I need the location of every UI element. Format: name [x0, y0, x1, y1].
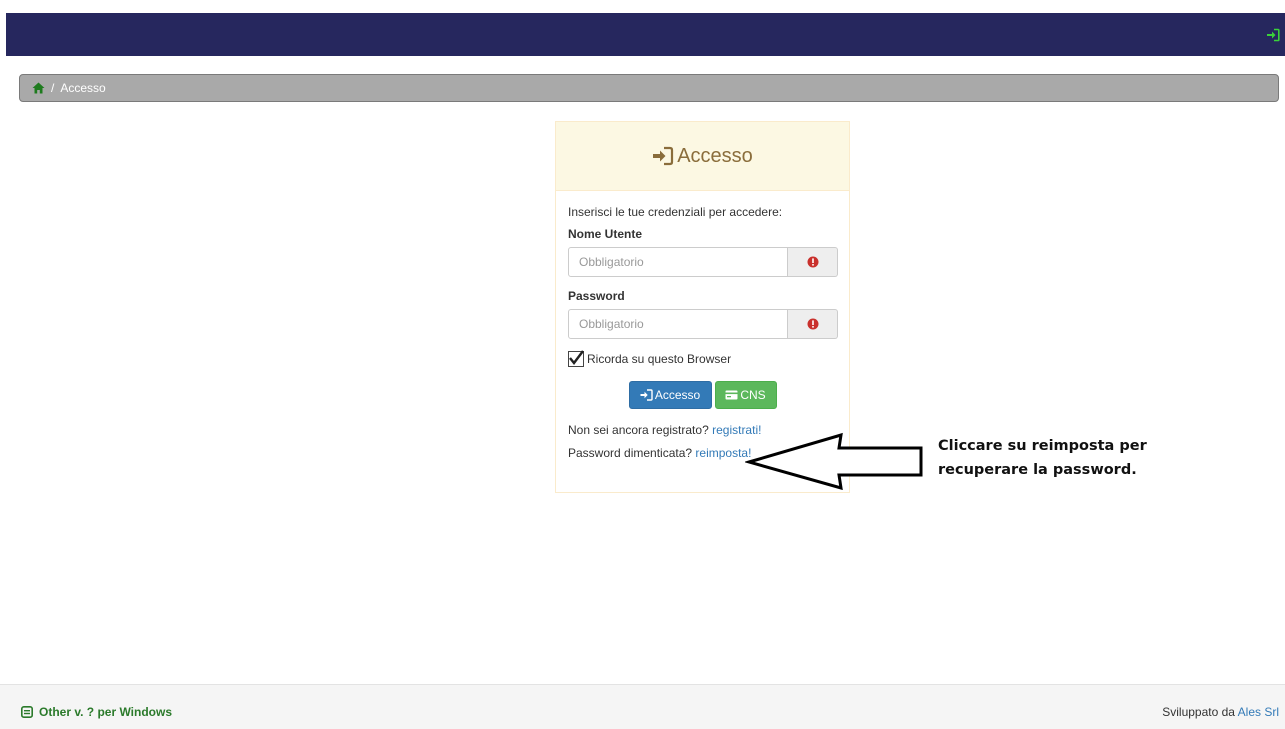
username-label: Nome Utente — [568, 227, 643, 241]
exclamation-circle-icon — [807, 256, 818, 268]
breadcrumb: / Accesso — [19, 74, 1279, 102]
footer-credits-text: Sviluppato da — [1162, 705, 1235, 719]
exclamation-circle-icon — [807, 318, 818, 330]
username-required-addon — [788, 247, 838, 277]
forgot-password-text: Password dimenticata? — [568, 446, 693, 460]
cns-button-label: CNS — [740, 388, 766, 402]
annotation-line-1: Cliccare su reimposta per — [938, 438, 1147, 454]
footer-credits: Sviluppato da Ales Srl — [1162, 705, 1279, 719]
home-icon — [32, 82, 45, 94]
footer-version: Other v. ? per Windows — [21, 705, 172, 719]
remember-checkbox[interactable] — [568, 350, 584, 367]
remember-label: Ricorda su questo Browser — [587, 352, 732, 366]
annotation-line-2: recuperare la password. — [938, 462, 1137, 478]
sign-in-icon — [640, 389, 653, 401]
reset-password-link[interactable]: reimposta! — [695, 446, 751, 460]
page-title: Accesso — [677, 144, 753, 167]
password-required-addon — [788, 309, 838, 339]
password-input[interactable] — [568, 309, 788, 339]
password-label: Password — [568, 289, 625, 303]
calendar-icon — [21, 706, 33, 718]
cns-button[interactable]: CNS — [714, 381, 777, 409]
home-link[interactable] — [32, 82, 45, 94]
remember-row: Ricorda su questo Browser — [568, 350, 837, 367]
not-registered-text: Non sei ancora registrato? — [568, 423, 709, 437]
login-actions: Accesso CNS — [568, 381, 837, 409]
login-nav-button[interactable] — [1261, 23, 1285, 47]
annotation-text: Cliccare su reimposta per recuperare la … — [938, 434, 1168, 482]
footer: Other v. ? per Windows Sviluppato da Ale… — [0, 684, 1285, 729]
username-group — [568, 247, 838, 277]
breadcrumb-separator: / — [51, 81, 55, 95]
login-button[interactable]: Accesso — [628, 381, 712, 409]
login-panel-heading: Accesso — [556, 122, 849, 191]
developer-link[interactable]: Ales Srl — [1238, 705, 1279, 719]
password-group — [568, 309, 838, 339]
annotation-arrow — [745, 432, 923, 490]
sign-in-icon — [653, 146, 674, 166]
top-navbar — [6, 13, 1285, 56]
login-button-label: Accesso — [654, 388, 701, 402]
footer-version-text: Other v. ? per Windows — [39, 705, 173, 719]
sign-in-icon — [1267, 28, 1280, 42]
login-intro-text: Inserisci le tue credenziali per acceder… — [568, 205, 783, 219]
username-input[interactable] — [568, 247, 788, 277]
credit-card-icon — [725, 390, 738, 400]
checkmark-icon — [569, 350, 584, 365]
breadcrumb-current: Accesso — [60, 81, 106, 95]
